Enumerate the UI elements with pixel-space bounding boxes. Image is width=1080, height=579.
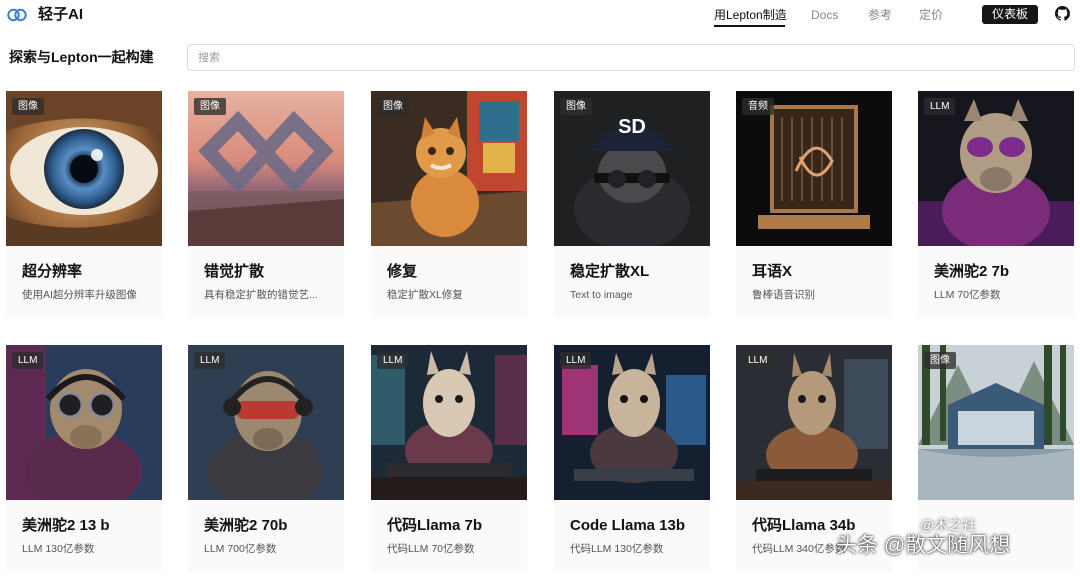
card-description: 具有稳定扩散的错觉艺...: [204, 289, 318, 301]
card-title: 错觉扩散: [204, 263, 265, 280]
category-tag: LLM: [742, 352, 774, 369]
category-tag: 音频: [742, 98, 774, 115]
card-description: 稳定扩散XL修复: [387, 289, 463, 301]
dashboard-button[interactable]: 仪表板: [982, 5, 1038, 24]
top-navbar: 轻子AI 用Lepton制造 Docs 参考 定价 仪表板: [0, 0, 1080, 30]
card-stable-diffusion-xl[interactable]: SD 图像 稳定扩散XL Text to image: [554, 91, 710, 318]
card-title: Code Llama 13b: [570, 517, 686, 534]
card-llama2-7b[interactable]: LLM 美洲驼2 7b LLM 70亿参数: [918, 91, 1074, 318]
watermark-secondary: @术之社: [920, 517, 977, 533]
card-title: 美洲驼2 13 b: [22, 517, 110, 534]
card-description: LLM 130亿参数: [22, 543, 95, 555]
card-title: 超分辨率: [22, 263, 83, 280]
category-tag: LLM: [924, 98, 956, 115]
card-llama2-70b[interactable]: LLM 美洲驼2 70b LLM 700亿参数: [188, 345, 344, 572]
lepton-logo-icon[interactable]: [7, 6, 27, 24]
nav-pricing[interactable]: 定价: [919, 8, 943, 22]
category-tag: 图像: [560, 98, 592, 115]
nav-docs[interactable]: Docs: [811, 8, 838, 22]
card-title: 代码Llama 7b: [387, 517, 483, 534]
nav-built-with-lepton[interactable]: 用Lepton制造: [714, 8, 787, 22]
nav-reference[interactable]: 参考: [868, 8, 892, 22]
card-code-llama-13b[interactable]: LLM Code Llama 13b 代码LLM 130亿参数: [554, 345, 710, 572]
card-title: 美洲驼2 70b: [204, 517, 288, 534]
category-tag: 图像: [12, 98, 44, 115]
card-description: 代码LLM 130亿参数: [570, 543, 664, 555]
card-inpainting[interactable]: 图像 修复 稳定扩散XL修复: [371, 91, 527, 318]
brand-name[interactable]: 轻子AI: [38, 6, 83, 24]
search-input[interactable]: [198, 49, 1058, 66]
card-description: LLM 70亿参数: [934, 289, 1001, 301]
card-llama2-13b[interactable]: LLM 美洲驼2 13 b LLM 130亿参数: [6, 345, 162, 572]
card-code-llama-7b[interactable]: LLM 代码Llama 7b 代码LLM 70亿参数: [371, 345, 527, 572]
card-title: 美洲驼2 7b: [934, 263, 1010, 280]
category-tag: LLM: [560, 352, 592, 369]
card-description: Text to image: [570, 289, 633, 301]
nav-active-underline: [714, 25, 785, 27]
category-tag: LLM: [194, 352, 226, 369]
github-icon[interactable]: [1055, 6, 1070, 21]
watermark: 头条 @散文随风想: [836, 534, 1011, 557]
category-tag: LLM: [12, 352, 44, 369]
card-description: 鲁棒语音识别: [752, 289, 815, 301]
category-tag: 图像: [194, 98, 226, 115]
svg-text:SD: SD: [618, 116, 646, 138]
page-title: 探索与Lepton一起构建: [9, 49, 154, 65]
card-title: 稳定扩散XL: [570, 263, 650, 280]
card-title: 耳语X: [752, 263, 793, 280]
card-super-resolution[interactable]: 图像 超分辨率 使用AI超分辨率升级图像: [6, 91, 162, 318]
card-whisperx[interactable]: 音频 耳语X 鲁棒语音识别: [736, 91, 892, 318]
card-description: LLM 700亿参数: [204, 543, 277, 555]
category-tag: 图像: [377, 98, 409, 115]
card-illusion-diffusion[interactable]: 图像 错觉扩散 具有稳定扩散的错觉艺...: [188, 91, 344, 318]
card-title: 修复: [387, 263, 418, 280]
category-tag: LLM: [377, 352, 409, 369]
search-box[interactable]: [187, 44, 1075, 71]
card-description: 使用AI超分辨率升级图像: [22, 289, 137, 301]
card-description: 代码LLM 70亿参数: [387, 543, 475, 555]
category-tag: 图像: [924, 352, 956, 369]
